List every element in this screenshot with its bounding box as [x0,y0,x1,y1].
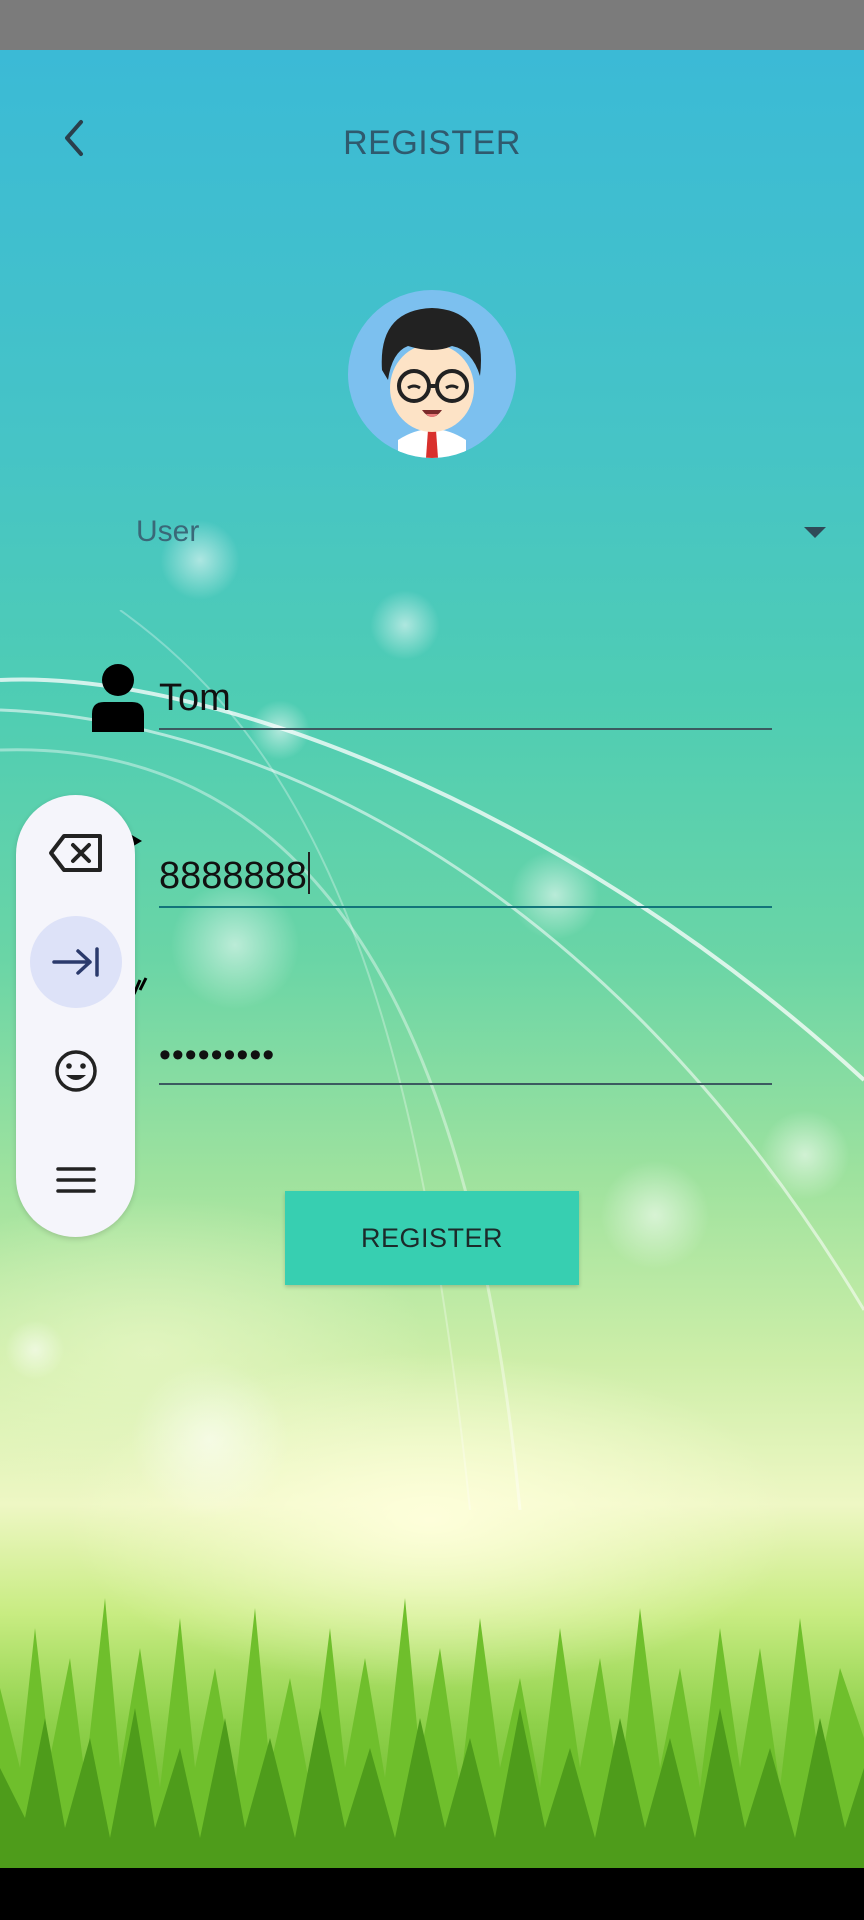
backspace-icon [49,834,102,872]
username-field[interactable]: Tom [159,670,772,730]
password-value: ••••••••• [159,1036,276,1074]
navigation-bar [0,1868,864,1920]
menu-icon [56,1167,96,1193]
person-icon [92,664,144,732]
password-field[interactable]: ••••••••• [159,1025,772,1085]
menu-button[interactable] [30,1134,122,1226]
background-grass [0,1598,864,1868]
username-value: Tom [159,677,231,719]
phone-field[interactable]: 8888888 [159,848,772,908]
role-select[interactable]: User [130,505,830,565]
tab-button[interactable] [30,916,122,1008]
emoji-icon [55,1050,97,1092]
phone-value: 8888888 [159,852,310,898]
avatar-illustration [381,308,481,458]
dropdown-arrow-icon [804,527,826,538]
backspace-button[interactable] [30,807,122,899]
register-screen: REGISTER User Tom 8888888 ••••••••• REGI… [0,50,864,1868]
text-cursor [307,852,310,894]
register-button[interactable]: REGISTER [285,1191,579,1285]
avatar[interactable] [348,290,516,458]
role-select-value: User [136,515,200,548]
keyboard-floating-toolbar [16,795,135,1237]
page-title: REGISTER [343,124,521,162]
emoji-button[interactable] [30,1025,122,1117]
tab-icon [52,947,99,977]
status-bar [0,0,864,50]
